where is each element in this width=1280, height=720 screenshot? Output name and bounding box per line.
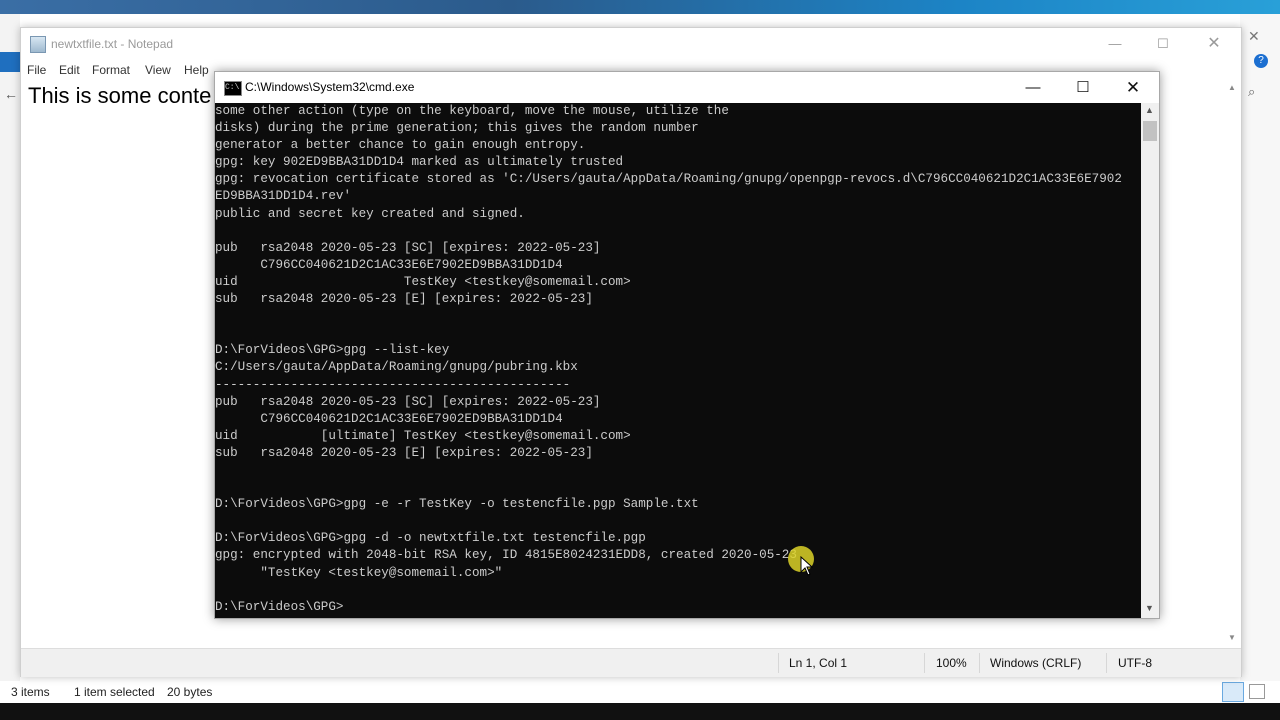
notepad-icon — [30, 36, 46, 53]
desktop-strip — [0, 0, 1280, 14]
line-ending: Windows (CRLF) — [990, 656, 1082, 670]
status-divider — [778, 653, 779, 673]
scroll-down-icon[interactable]: ▼ — [1145, 603, 1154, 613]
console-line: D:\ForVideos\GPG> — [215, 599, 344, 614]
cmd-title: C:\Windows\System32\cmd.exe — [245, 80, 415, 94]
console-line: D:\ForVideos\GPG>gpg --list-key — [215, 343, 450, 358]
details-view-icon[interactable] — [1222, 682, 1244, 702]
large-icons-view-icon[interactable] — [1249, 684, 1265, 699]
console-line: gpg: revocation certificate stored as 'C… — [215, 172, 1122, 187]
console-line: gpg: key 902ED9BBA31DD1D4 marked as ulti… — [215, 155, 624, 170]
console-line: generator a better chance to gain enough… — [215, 138, 586, 153]
console-line: C:/Users/gauta/AppData/Roaming/gnupg/pub… — [215, 360, 578, 375]
console-line: ED9BBA31DD1D4.rev' — [215, 189, 352, 204]
console-lines: some other action (type on the keyboard,… — [215, 103, 1141, 616]
scroll-thumb[interactable] — [1143, 121, 1157, 141]
menu-edit[interactable]: Edit — [59, 63, 80, 77]
pointer-container — [588, 477, 589, 478]
menu-view[interactable]: View — [145, 63, 171, 77]
status-selected-size: 20 bytes — [167, 685, 213, 699]
cmd-title-bar[interactable]: C:\ C:\Windows\System32\cmd.exe — ☐ ✕ — [215, 72, 1159, 103]
explorer-right-pane: ✕ ? ⟳ ⌕ — [1228, 14, 1280, 694]
back-arrow-icon[interactable]: ← — [4, 86, 18, 102]
menu-file[interactable]: File — [27, 63, 46, 77]
status-divider — [924, 653, 925, 673]
status-selected-count: 1 item selected — [74, 685, 155, 699]
console-line: D:\ForVideos\GPG>gpg -e -r TestKey -o te… — [215, 497, 699, 512]
menu-help[interactable]: Help — [184, 63, 209, 77]
cmd-scrollbar[interactable]: ▲ ▼ — [1141, 103, 1159, 618]
notepad-title: newtxtfile.txt - Notepad — [51, 37, 174, 51]
scroll-up-icon[interactable]: ▲ — [1145, 105, 1154, 115]
help-icon[interactable]: ? — [1254, 54, 1268, 68]
minimize-button[interactable]: — — [1092, 28, 1138, 59]
minimize-button[interactable]: — — [1008, 72, 1058, 103]
maximize-button[interactable]: ☐ — [1058, 72, 1108, 103]
encoding: UTF-8 — [1118, 656, 1152, 670]
console-line: uid TestKey <testkey@somemail.com> — [215, 274, 631, 289]
taskbar-edge — [0, 703, 1280, 720]
console-line: disks) during the prime generation; this… — [215, 121, 699, 136]
console-line: gpg: encrypted with 2048-bit RSA key, ID… — [215, 548, 797, 563]
scroll-up-icon[interactable]: ▲ — [1228, 83, 1236, 92]
console-line: C796CC040621D2C1AC33E6E7902ED9BBA31DD1D4 — [215, 411, 563, 426]
status-divider — [979, 653, 980, 673]
notepad-text-area[interactable]: This is some conte — [28, 83, 211, 109]
mouse-pointer-icon — [800, 556, 814, 576]
notepad-scrollbar[interactable]: ▲ ▼ — [1224, 81, 1241, 648]
zoom-level: 100% — [936, 656, 967, 670]
console-line: sub rsa2048 2020-05-23 [E] [expires: 202… — [215, 292, 593, 307]
close-button[interactable]: ✕ — [1108, 72, 1158, 103]
notepad-status-bar: Ln 1, Col 1 100% Windows (CRLF) UTF-8 — [21, 648, 1241, 677]
explorer-nav-pane: ← — [0, 14, 20, 694]
console-line: ----------------------------------------… — [215, 377, 571, 392]
console-line: sub rsa2048 2020-05-23 [E] [expires: 202… — [215, 445, 593, 460]
search-icon[interactable]: ⌕ — [1248, 84, 1255, 100]
cmd-icon: C:\ — [224, 81, 242, 96]
close-button[interactable]: ✕ — [1191, 28, 1237, 59]
status-divider — [1106, 653, 1107, 673]
console-line: uid [ultimate] TestKey <testkey@somemail… — [215, 428, 631, 443]
cursor-position: Ln 1, Col 1 — [789, 656, 848, 670]
explorer-status-bar: 3 items 1 item selected 20 bytes — [0, 681, 1280, 703]
explorer-ribbon-tab[interactable] — [0, 52, 20, 72]
status-item-count: 3 items — [11, 685, 50, 699]
menu-format[interactable]: Format — [92, 63, 130, 77]
scroll-down-icon[interactable]: ▼ — [1228, 633, 1236, 642]
console-line: public and secret key created and signed… — [215, 206, 525, 221]
cmd-console-output[interactable]: some other action (type on the keyboard,… — [215, 103, 1141, 618]
maximize-button[interactable]: ☐ — [1140, 28, 1186, 59]
console-line: D:\ForVideos\GPG>gpg -d -o newtxtfile.tx… — [215, 531, 646, 546]
notepad-title-bar[interactable]: newtxtfile.txt - Notepad — ☐ ✕ — [21, 28, 1241, 59]
console-line: C796CC040621D2C1AC33E6E7902ED9BBA31DD1D4 — [215, 257, 563, 272]
console-line: pub rsa2048 2020-05-23 [SC] [expires: 20… — [215, 394, 601, 409]
close-icon[interactable]: ✕ — [1248, 28, 1260, 45]
cmd-window[interactable]: C:\ C:\Windows\System32\cmd.exe — ☐ ✕ so… — [214, 71, 1160, 619]
console-line: "TestKey <testkey@somemail.com>" — [215, 565, 503, 580]
console-line: some other action (type on the keyboard,… — [215, 104, 729, 118]
console-line: pub rsa2048 2020-05-23 [SC] [expires: 20… — [215, 240, 601, 255]
